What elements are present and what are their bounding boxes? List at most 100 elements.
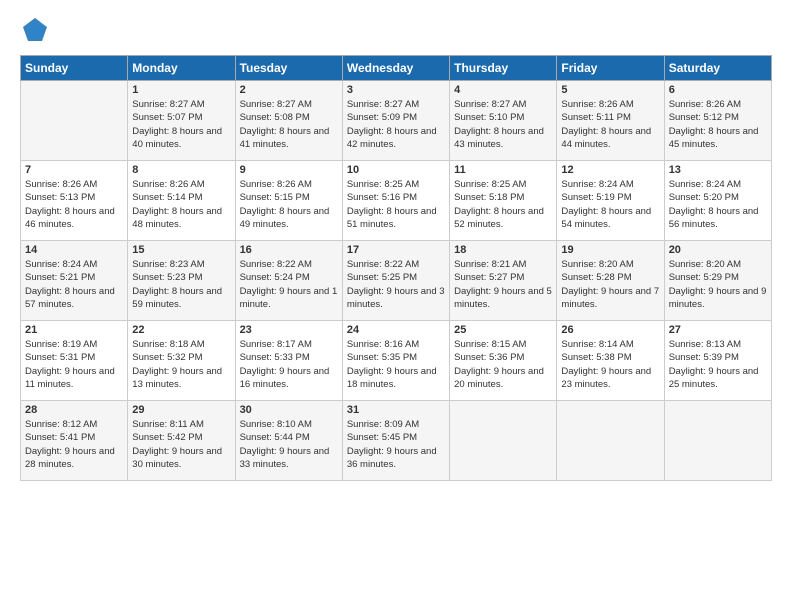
calendar-cell <box>450 401 557 481</box>
calendar-cell <box>21 81 128 161</box>
day-number: 15 <box>132 244 230 256</box>
header-day: Wednesday <box>342 56 449 81</box>
day-number: 25 <box>454 324 552 336</box>
header-row: SundayMondayTuesdayWednesdayThursdayFrid… <box>21 56 772 81</box>
cell-content: Sunrise: 8:27 AMSunset: 5:09 PMDaylight:… <box>347 98 445 151</box>
calendar-cell: 1 Sunrise: 8:27 AMSunset: 5:07 PMDaylight… <box>128 81 235 161</box>
day-number: 19 <box>561 244 659 256</box>
header-day: Tuesday <box>235 56 342 81</box>
calendar-cell: 7Sunrise: 8:26 AMSunset: 5:13 PMDaylight… <box>21 161 128 241</box>
calendar-cell: 21Sunrise: 8:19 AMSunset: 5:31 PMDayligh… <box>21 321 128 401</box>
day-number: 31 <box>347 404 445 416</box>
calendar-cell: 19 Sunrise: 8:20 AMSunset: 5:28 PMDayligh… <box>557 241 664 321</box>
cell-content: Sunrise: 8:27 AMSunset: 5:10 PMDaylight:… <box>454 98 552 151</box>
day-number: 2 <box>240 84 338 96</box>
calendar-cell: 23 Sunrise: 8:17 AMSunset: 5:33 PMDayligh… <box>235 321 342 401</box>
day-number: 7 <box>25 164 123 176</box>
calendar-cell: 4 Sunrise: 8:27 AMSunset: 5:10 PMDaylight… <box>450 81 557 161</box>
calendar-cell: 30 Sunrise: 8:10 AMSunset: 5:44 PMDayligh… <box>235 401 342 481</box>
day-number: 1 <box>132 84 230 96</box>
cell-content: Sunrise: 8:24 AMSunset: 5:21 PMDaylight:… <box>25 258 123 311</box>
cell-content: Sunrise: 8:26 AMSunset: 5:15 PMDaylight:… <box>240 178 338 231</box>
logo <box>20 15 54 45</box>
cell-content: Sunrise: 8:26 AMSunset: 5:14 PMDaylight:… <box>132 178 230 231</box>
calendar-cell: 20 Sunrise: 8:20 AMSunset: 5:29 PMDayligh… <box>664 241 771 321</box>
calendar-cell: 3 Sunrise: 8:27 AMSunset: 5:09 PMDaylight… <box>342 81 449 161</box>
calendar-week-row: 21Sunrise: 8:19 AMSunset: 5:31 PMDayligh… <box>21 321 772 401</box>
day-number: 6 <box>669 84 767 96</box>
day-number: 29 <box>132 404 230 416</box>
calendar-cell: 6 Sunrise: 8:26 AMSunset: 5:12 PMDaylight… <box>664 81 771 161</box>
day-number: 4 <box>454 84 552 96</box>
cell-content: Sunrise: 8:20 AMSunset: 5:28 PMDaylight:… <box>561 258 659 311</box>
cell-content: Sunrise: 8:21 AMSunset: 5:27 PMDaylight:… <box>454 258 552 311</box>
calendar-cell: 24Sunrise: 8:16 AMSunset: 5:35 PMDayligh… <box>342 321 449 401</box>
calendar-week-row: 7Sunrise: 8:26 AMSunset: 5:13 PMDaylight… <box>21 161 772 241</box>
header-day: Saturday <box>664 56 771 81</box>
calendar-week-row: 1 Sunrise: 8:27 AMSunset: 5:07 PMDaylight… <box>21 81 772 161</box>
calendar-cell: 31 Sunrise: 8:09 AMSunset: 5:45 PMDayligh… <box>342 401 449 481</box>
cell-content: Sunrise: 8:26 AMSunset: 5:11 PMDaylight:… <box>561 98 659 151</box>
header-day: Sunday <box>21 56 128 81</box>
cell-content: Sunrise: 8:15 AMSunset: 5:36 PMDaylight:… <box>454 338 552 391</box>
cell-content: Sunrise: 8:18 AMSunset: 5:32 PMDaylight:… <box>132 338 230 391</box>
day-number: 30 <box>240 404 338 416</box>
day-number: 27 <box>669 324 767 336</box>
cell-content: Sunrise: 8:27 AMSunset: 5:07 PMDaylight:… <box>132 98 230 151</box>
day-number: 13 <box>669 164 767 176</box>
cell-content: Sunrise: 8:23 AMSunset: 5:23 PMDaylight:… <box>132 258 230 311</box>
day-number: 28 <box>25 404 123 416</box>
cell-content: Sunrise: 8:25 AMSunset: 5:16 PMDaylight:… <box>347 178 445 231</box>
day-number: 10 <box>347 164 445 176</box>
calendar-cell: 15 Sunrise: 8:23 AMSunset: 5:23 PMDayligh… <box>128 241 235 321</box>
calendar-cell: 17 Sunrise: 8:22 AMSunset: 5:25 PMDayligh… <box>342 241 449 321</box>
calendar-cell: 27 Sunrise: 8:13 AMSunset: 5:39 PMDayligh… <box>664 321 771 401</box>
day-number: 9 <box>240 164 338 176</box>
cell-content: Sunrise: 8:26 AMSunset: 5:12 PMDaylight:… <box>669 98 767 151</box>
calendar-cell: 16 Sunrise: 8:22 AMSunset: 5:24 PMDayligh… <box>235 241 342 321</box>
calendar-week-row: 14 Sunrise: 8:24 AMSunset: 5:21 PMDayligh… <box>21 241 772 321</box>
day-number: 3 <box>347 84 445 96</box>
page: SundayMondayTuesdayWednesdayThursdayFrid… <box>0 0 792 612</box>
cell-content: Sunrise: 8:09 AMSunset: 5:45 PMDaylight:… <box>347 418 445 471</box>
day-number: 16 <box>240 244 338 256</box>
cell-content: Sunrise: 8:17 AMSunset: 5:33 PMDaylight:… <box>240 338 338 391</box>
cell-content: Sunrise: 8:13 AMSunset: 5:39 PMDaylight:… <box>669 338 767 391</box>
calendar-cell: 5 Sunrise: 8:26 AMSunset: 5:11 PMDaylight… <box>557 81 664 161</box>
calendar-cell: 14 Sunrise: 8:24 AMSunset: 5:21 PMDayligh… <box>21 241 128 321</box>
header <box>20 15 772 45</box>
header-day: Monday <box>128 56 235 81</box>
day-number: 23 <box>240 324 338 336</box>
cell-content: Sunrise: 8:25 AMSunset: 5:18 PMDaylight:… <box>454 178 552 231</box>
day-number: 14 <box>25 244 123 256</box>
cell-content: Sunrise: 8:22 AMSunset: 5:24 PMDaylight:… <box>240 258 338 311</box>
calendar-cell: 8Sunrise: 8:26 AMSunset: 5:14 PMDaylight… <box>128 161 235 241</box>
logo-icon <box>20 15 50 45</box>
day-number: 26 <box>561 324 659 336</box>
calendar-table: SundayMondayTuesdayWednesdayThursdayFrid… <box>20 55 772 481</box>
day-number: 24 <box>347 324 445 336</box>
day-number: 17 <box>347 244 445 256</box>
day-number: 5 <box>561 84 659 96</box>
cell-content: Sunrise: 8:22 AMSunset: 5:25 PMDaylight:… <box>347 258 445 311</box>
calendar-cell: 10 Sunrise: 8:25 AMSunset: 5:16 PMDayligh… <box>342 161 449 241</box>
calendar-cell: 13 Sunrise: 8:24 AMSunset: 5:20 PMDayligh… <box>664 161 771 241</box>
cell-content: Sunrise: 8:12 AMSunset: 5:41 PMDaylight:… <box>25 418 123 471</box>
calendar-cell: 22Sunrise: 8:18 AMSunset: 5:32 PMDayligh… <box>128 321 235 401</box>
calendar-cell <box>557 401 664 481</box>
cell-content: Sunrise: 8:24 AMSunset: 5:19 PMDaylight:… <box>561 178 659 231</box>
cell-content: Sunrise: 8:10 AMSunset: 5:44 PMDaylight:… <box>240 418 338 471</box>
header-day: Thursday <box>450 56 557 81</box>
calendar-cell: 25 Sunrise: 8:15 AMSunset: 5:36 PMDayligh… <box>450 321 557 401</box>
cell-content: Sunrise: 8:20 AMSunset: 5:29 PMDaylight:… <box>669 258 767 311</box>
calendar-cell <box>664 401 771 481</box>
cell-content: Sunrise: 8:14 AMSunset: 5:38 PMDaylight:… <box>561 338 659 391</box>
day-number: 12 <box>561 164 659 176</box>
calendar-cell: 28 Sunrise: 8:12 AMSunset: 5:41 PMDayligh… <box>21 401 128 481</box>
calendar-cell: 29Sunrise: 8:11 AMSunset: 5:42 PMDayligh… <box>128 401 235 481</box>
day-number: 20 <box>669 244 767 256</box>
calendar-cell: 2 Sunrise: 8:27 AMSunset: 5:08 PMDaylight… <box>235 81 342 161</box>
cell-content: Sunrise: 8:27 AMSunset: 5:08 PMDaylight:… <box>240 98 338 151</box>
cell-content: Sunrise: 8:19 AMSunset: 5:31 PMDaylight:… <box>25 338 123 391</box>
cell-content: Sunrise: 8:24 AMSunset: 5:20 PMDaylight:… <box>669 178 767 231</box>
